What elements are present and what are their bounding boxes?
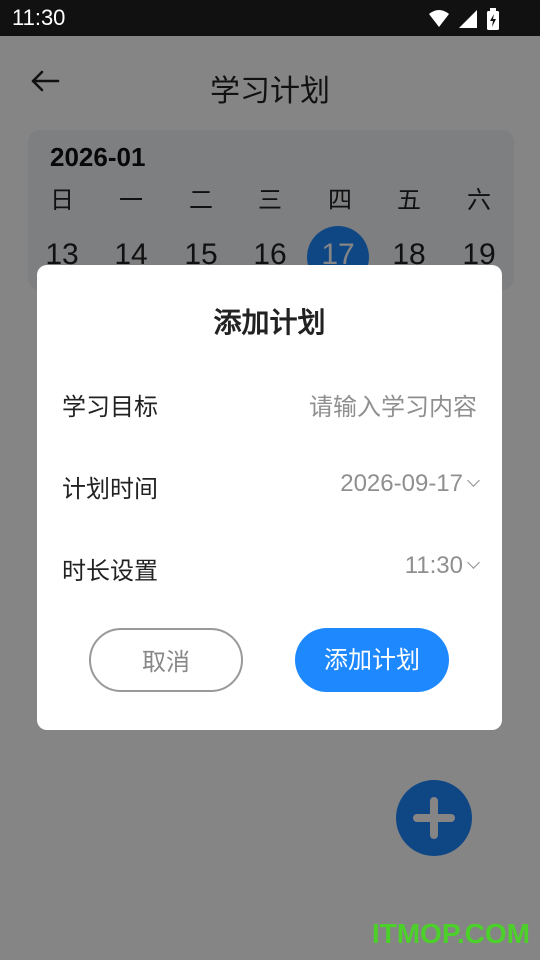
watermark: ITMOP.COM (371, 918, 530, 949)
plan-time-label: 计划时间 (62, 475, 158, 503)
duration-label: 时长设置 (62, 557, 158, 585)
status-bar: 11:30 (0, 0, 540, 36)
plan-time-picker[interactable]: 2026-09-17 (340, 469, 480, 498)
plan-time-value: 2026-09-17 (340, 470, 463, 497)
status-time: 11:30 (12, 5, 66, 30)
chevron-down-icon (467, 556, 480, 569)
add-plan-button[interactable]: 添加计划 (295, 628, 449, 692)
duration-picker[interactable]: 11:30 (404, 551, 480, 580)
duration-value: 11:30 (404, 552, 463, 579)
signal-icon (459, 10, 477, 28)
add-plan-dialog: 添加计划 学习目标 请输入学习内容 计划时间 2026-09-17 时长设置 1… (37, 265, 502, 730)
study-goal-input[interactable]: 请输入学习内容 (309, 387, 477, 422)
battery-icon (487, 8, 499, 30)
chevron-down-icon (467, 474, 480, 487)
study-goal-label: 学习目标 (62, 393, 158, 421)
wifi-icon (429, 10, 449, 27)
cancel-button[interactable]: 取消 (89, 628, 243, 692)
dialog-title: 添加计划 (213, 306, 326, 339)
